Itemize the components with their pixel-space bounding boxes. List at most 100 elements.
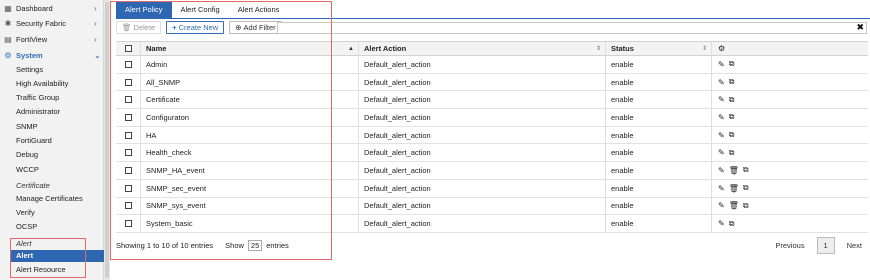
edit-icon[interactable]: ✎ [718,166,725,175]
gear-icon[interactable]: ⚙ [718,44,725,53]
row-checkbox[interactable] [116,73,141,91]
row-actions: ✎ 🗑 ⧉ [712,198,868,215]
tab-alert-actions[interactable]: Alert Actions [229,2,289,18]
edit-icon[interactable]: ✎ [718,131,725,140]
row-checkbox[interactable] [116,91,141,109]
gear-icon: ⚙ [4,50,12,60]
row-checkbox[interactable] [116,162,141,179]
sidebar-section-certificate: Certificate [16,181,50,190]
column-header-name[interactable]: Name ▲ [141,42,359,55]
sidebar-item-traffic-group[interactable]: Traffic Group [16,92,59,104]
cell-alert-action: Default_alert_action [359,144,606,162]
previous-page-button[interactable]: Previous [775,241,804,250]
sidebar-item-settings[interactable]: Settings [16,64,43,76]
table-row[interactable]: HA Default_alert_action enable ✎ ⧉ [116,126,868,145]
clone-icon[interactable]: ⧉ [729,219,735,229]
cell-alert-action: Default_alert_action [359,197,606,215]
sidebar-item-verify[interactable]: Verify [16,207,35,219]
edit-icon[interactable]: ✎ [718,201,725,210]
trash-icon[interactable]: 🗑 [729,166,739,175]
clone-icon[interactable]: ⧉ [729,130,735,140]
edit-icon[interactable]: ✎ [718,184,725,193]
sidebar-item-ocsp[interactable]: OCSP [16,221,37,233]
table-row[interactable]: Health_check Default_alert_action enable… [116,144,868,163]
clone-icon[interactable]: ⧉ [729,95,735,105]
add-filter-button[interactable]: ⊕ Add Filter [229,21,282,34]
entries-label: entries [266,241,289,250]
page-size-select[interactable]: 25 [247,240,263,251]
sidebar-item-high-availability[interactable]: High Availability [16,78,68,90]
table-row[interactable]: All_SNMP Default_alert_action enable ✎ ⧉ [116,73,868,92]
edit-icon[interactable]: ✎ [718,219,725,228]
delete-button[interactable]: 🗑 Delete [116,21,162,34]
table-row[interactable]: System_basic Default_alert_action enable… [116,215,868,233]
column-header-alert-action[interactable]: Alert Action ⇕ [359,42,606,55]
scrollbar-thumb[interactable] [105,2,109,278]
cell-status: enable [606,162,712,179]
edit-icon[interactable]: ✎ [718,78,725,87]
close-icon[interactable]: ✖ [856,22,864,33]
cell-name: System_basic [141,215,359,232]
edit-icon[interactable]: ✎ [718,60,725,69]
filter-input[interactable]: ✖ [277,22,867,34]
row-actions: ✎ ⧉ [712,127,868,144]
row-checkbox[interactable] [116,144,141,162]
cell-status: enable [606,109,712,126]
entries-summary: Showing 1 to 10 of 10 entries [116,241,214,250]
clone-icon[interactable]: ⧉ [729,148,735,158]
clone-icon[interactable]: ⧉ [729,59,735,69]
row-checkbox[interactable] [116,109,141,126]
nav-dashboard[interactable]: ▦ Dashboard › [0,1,104,15]
column-settings[interactable]: ⚙ [712,42,868,55]
table-row[interactable]: Admin Default_alert_action enable ✎ ⧉ [116,56,868,74]
trash-icon[interactable]: 🗑 [729,201,739,210]
row-checkbox[interactable] [116,215,141,232]
tab-alert-config[interactable]: Alert Config [172,2,229,18]
page-number-button[interactable]: 1 [816,237,835,254]
cell-alert-action: Default_alert_action [359,91,606,109]
edit-icon[interactable]: ✎ [718,113,725,122]
cell-alert-action: Default_alert_action [359,73,606,91]
table-row[interactable]: SNMP_sys_event Default_alert_action enab… [116,197,868,216]
column-header-status[interactable]: Status ⇕ [606,42,712,55]
nav-security-fabric[interactable]: ✱ Security Fabric › [0,16,104,30]
sidebar-item-alert[interactable]: Alert [10,250,104,262]
sidebar-item-debug[interactable]: Debug [16,149,38,161]
sidebar-scrollbar[interactable] [104,0,110,280]
clone-icon[interactable]: ⧉ [729,112,735,122]
row-checkbox[interactable] [116,126,141,144]
clone-icon[interactable]: ⧉ [743,165,749,175]
select-all-checkbox[interactable] [116,42,141,55]
table-row[interactable]: SNMP_sec_event Default_alert_action enab… [116,179,868,198]
table-row[interactable]: Certificate Default_alert_action enable … [116,91,868,110]
row-checkbox[interactable] [116,179,141,197]
edit-icon[interactable]: ✎ [718,148,725,157]
clone-icon[interactable]: ⧉ [743,183,749,193]
row-actions: ✎ ⧉ [712,144,868,161]
row-checkbox[interactable] [116,56,141,73]
plus-circle-icon: ⊕ [235,23,242,32]
toolbar: 🗑 Delete + Create New ⊕ Add Filter [116,21,282,34]
nav-system[interactable]: ⚙ System ⌄ [0,48,104,62]
row-checkbox[interactable] [116,197,141,215]
row-actions: ✎ ⧉ [712,56,868,73]
clone-icon[interactable]: ⧉ [729,77,735,87]
create-new-button[interactable]: + Create New [166,21,225,34]
plus-icon: + [172,23,177,32]
cell-status: enable [606,126,712,144]
sidebar-item-wccp[interactable]: WCCP [16,164,39,176]
table-row[interactable]: SNMP_HA_event Default_alert_action enabl… [116,162,868,180]
edit-icon[interactable]: ✎ [718,95,725,104]
trash-icon[interactable]: 🗑 [729,184,739,193]
sidebar-item-manage-certificates[interactable]: Manage Certificates [16,193,83,205]
tab-alert-policy[interactable]: Alert Policy [116,2,172,18]
table-row[interactable]: Configuraton Default_alert_action enable… [116,109,868,127]
sidebar-item-alert-resource[interactable]: Alert Resource [16,264,66,276]
clone-icon[interactable]: ⧉ [743,201,749,211]
nav-fortiview[interactable]: ▤ FortiView › [0,32,104,46]
sidebar-item-snmp[interactable]: SNMP [16,121,38,133]
next-page-button[interactable]: Next [847,241,862,250]
sidebar-item-administrator[interactable]: Administrator [16,106,60,118]
row-actions: ✎ 🗑 ⧉ [712,180,868,197]
sidebar-item-fortiguard[interactable]: FortiGuard [16,135,52,147]
